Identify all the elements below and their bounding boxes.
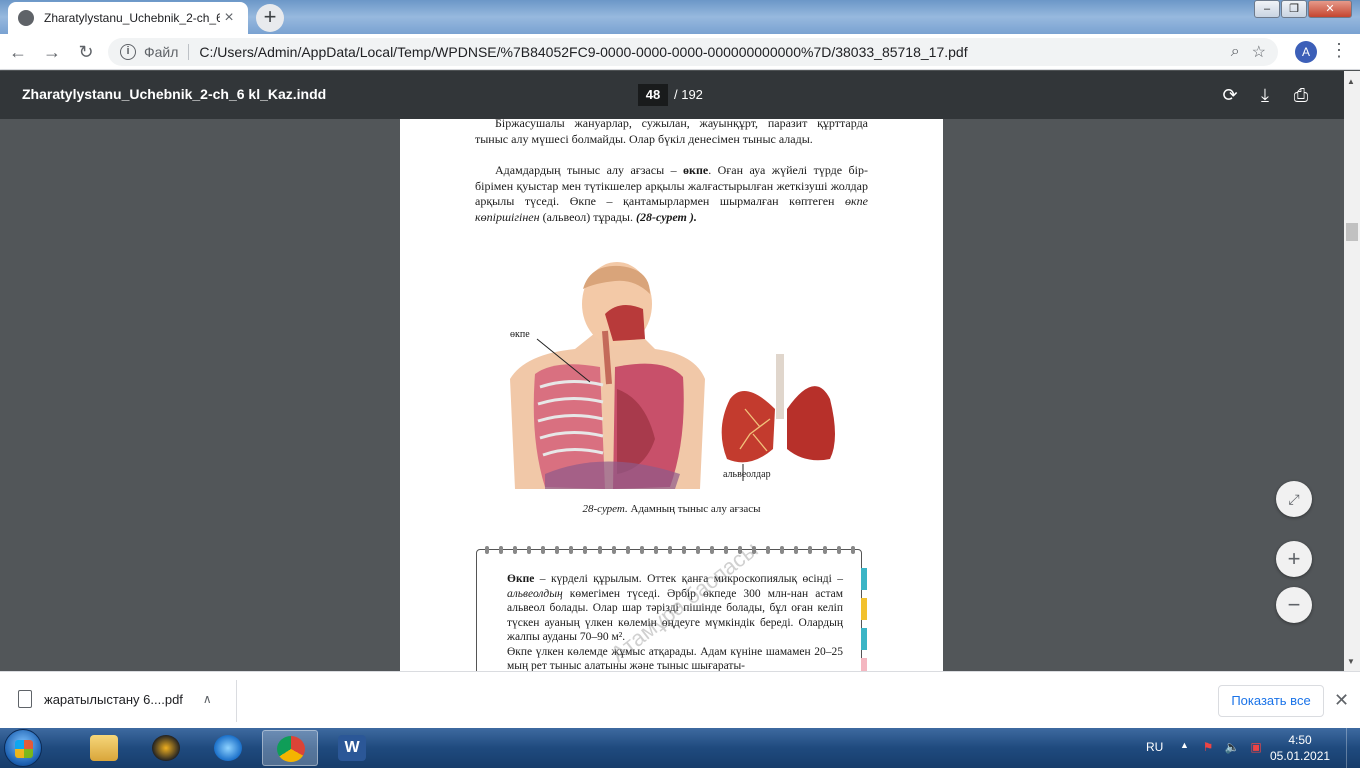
clock[interactable]: 4:50 05.01.2021 xyxy=(1270,732,1330,764)
tab-title: Zharatylystanu_Uchebnik_2-ch_6 xyxy=(44,11,220,25)
windows-logo-icon xyxy=(15,740,33,758)
taskbar-chrome[interactable] xyxy=(262,730,318,766)
window-controls: – ❐ ✕ xyxy=(1253,0,1352,20)
address-bar[interactable]: i Файл C:/Users/Admin/AppData/Local/Temp… xyxy=(108,38,1278,66)
zoom-in-button[interactable]: + xyxy=(1276,541,1312,577)
clock-time: 4:50 xyxy=(1288,733,1312,747)
zoom-out-button[interactable]: − xyxy=(1276,587,1312,623)
reload-button[interactable]: ↻ xyxy=(70,36,102,68)
close-download-bar-icon[interactable]: ✕ xyxy=(1334,690,1349,711)
search-icon[interactable]: ⌕ xyxy=(1231,43,1240,61)
maximize-button[interactable]: ❐ xyxy=(1281,0,1307,18)
show-desktop-button[interactable] xyxy=(1346,728,1360,768)
windows-taskbar: W RU ▲ ⚑ 🔈 ▣ 4:50 05.01.2021 xyxy=(0,728,1360,768)
figure-caption: 28-сурет. Адамның тыныс алу ағзасы xyxy=(582,503,761,515)
tab-strip: Zharatylystanu_Uchebnik_2-ch_6 × + – ❐ ✕ xyxy=(0,0,1360,34)
chrome-icon xyxy=(277,736,305,762)
taskbar-word[interactable]: W xyxy=(324,730,380,766)
scrollbar-thumb[interactable] xyxy=(1346,223,1358,241)
profile-avatar[interactable]: A xyxy=(1295,41,1317,63)
file-icon xyxy=(18,690,32,708)
pdf-toolbar: Zharatylystanu_Uchebnik_2-ch_6 kl_Kaz.in… xyxy=(0,71,1360,119)
menu-icon[interactable]: ⋮ xyxy=(1330,40,1348,61)
vertical-scrollbar[interactable]: ▲ ▼ xyxy=(1344,71,1360,671)
pdf-viewer[interactable]: Біржасушалы жануарлар, сужылан, жауынқұр… xyxy=(0,119,1344,671)
clock-date: 05.01.2021 xyxy=(1270,749,1331,763)
flag-alert-icon[interactable]: ⚑ xyxy=(1200,740,1216,754)
show-hidden-icons[interactable]: ▲ xyxy=(1180,740,1189,750)
language-indicator[interactable]: RU xyxy=(1146,740,1163,754)
word-icon: W xyxy=(338,735,366,761)
info-icon[interactable]: i xyxy=(120,44,136,60)
divider xyxy=(236,680,237,722)
download-item[interactable]: жаратылыстану 6....pdf ∧ xyxy=(18,690,212,708)
forward-button[interactable]: → xyxy=(36,36,68,68)
rotate-icon[interactable]: ⟳ xyxy=(1218,83,1242,107)
taskbar-explorer[interactable] xyxy=(76,730,132,766)
paragraph-1: Біржасушалы жануарлар, сужылан, жауынқұр… xyxy=(475,119,868,146)
scheme-label: Файл xyxy=(144,44,179,60)
ie-icon xyxy=(214,735,242,761)
show-all-button[interactable]: Показать все xyxy=(1218,685,1324,717)
close-tab-icon[interactable]: × xyxy=(220,9,238,27)
label-lung: өкпе xyxy=(510,329,530,340)
scroll-down-icon[interactable]: ▼ xyxy=(1347,657,1355,666)
star-icon[interactable]: ☆ xyxy=(1252,42,1266,62)
chevron-up-icon[interactable]: ∧ xyxy=(203,692,212,706)
fit-page-button[interactable]: ⤢ xyxy=(1276,481,1312,517)
paragraph-2: Адамдардың тыныс алу ағзасы – өкпе. Оған… xyxy=(475,163,868,224)
page-total: / 192 xyxy=(674,87,703,102)
url-text[interactable]: C:/Users/Admin/AppData/Local/Temp/WPDNSE… xyxy=(199,44,1218,60)
scroll-up-icon[interactable]: ▲ xyxy=(1347,77,1355,86)
separator xyxy=(188,44,190,60)
taskbar-app-2[interactable] xyxy=(138,730,194,766)
browser-toolbar: ← → ↻ i Файл C:/Users/Admin/AppData/Loca… xyxy=(0,34,1360,70)
spiral-rings xyxy=(485,546,855,556)
close-window-button[interactable]: ✕ xyxy=(1308,0,1352,18)
color-tabs xyxy=(861,568,867,671)
new-tab-button[interactable]: + xyxy=(256,4,284,32)
folder-icon xyxy=(90,735,118,761)
taskbar-ie[interactable] xyxy=(200,730,256,766)
download-filename: жаратылыстану 6....pdf xyxy=(44,691,183,707)
download-bar: жаратылыстану 6....pdf ∧ Показать все ✕ xyxy=(0,671,1360,728)
start-button[interactable] xyxy=(4,729,42,767)
pdf-page: Біржасушалы жануарлар, сужылан, жауынқұр… xyxy=(400,119,943,671)
network-icon[interactable]: ▣ xyxy=(1248,740,1264,754)
minimize-button[interactable]: – xyxy=(1254,0,1280,18)
print-icon[interactable]: ⎙ xyxy=(1289,83,1313,107)
document-title: Zharatylystanu_Uchebnik_2-ch_6 kl_Kaz.in… xyxy=(22,86,327,102)
download-icon[interactable]: ⤓ xyxy=(1253,83,1277,107)
app-icon xyxy=(152,735,180,761)
back-button[interactable]: ← xyxy=(2,36,34,68)
page-number-input[interactable]: 48 xyxy=(638,84,668,106)
browser-tab[interactable]: Zharatylystanu_Uchebnik_2-ch_6 × xyxy=(8,2,248,34)
volume-icon[interactable]: 🔈 xyxy=(1224,740,1240,754)
respiratory-figure xyxy=(505,262,835,494)
globe-icon xyxy=(18,10,34,26)
label-alveoli: альвеолдар xyxy=(723,469,771,480)
